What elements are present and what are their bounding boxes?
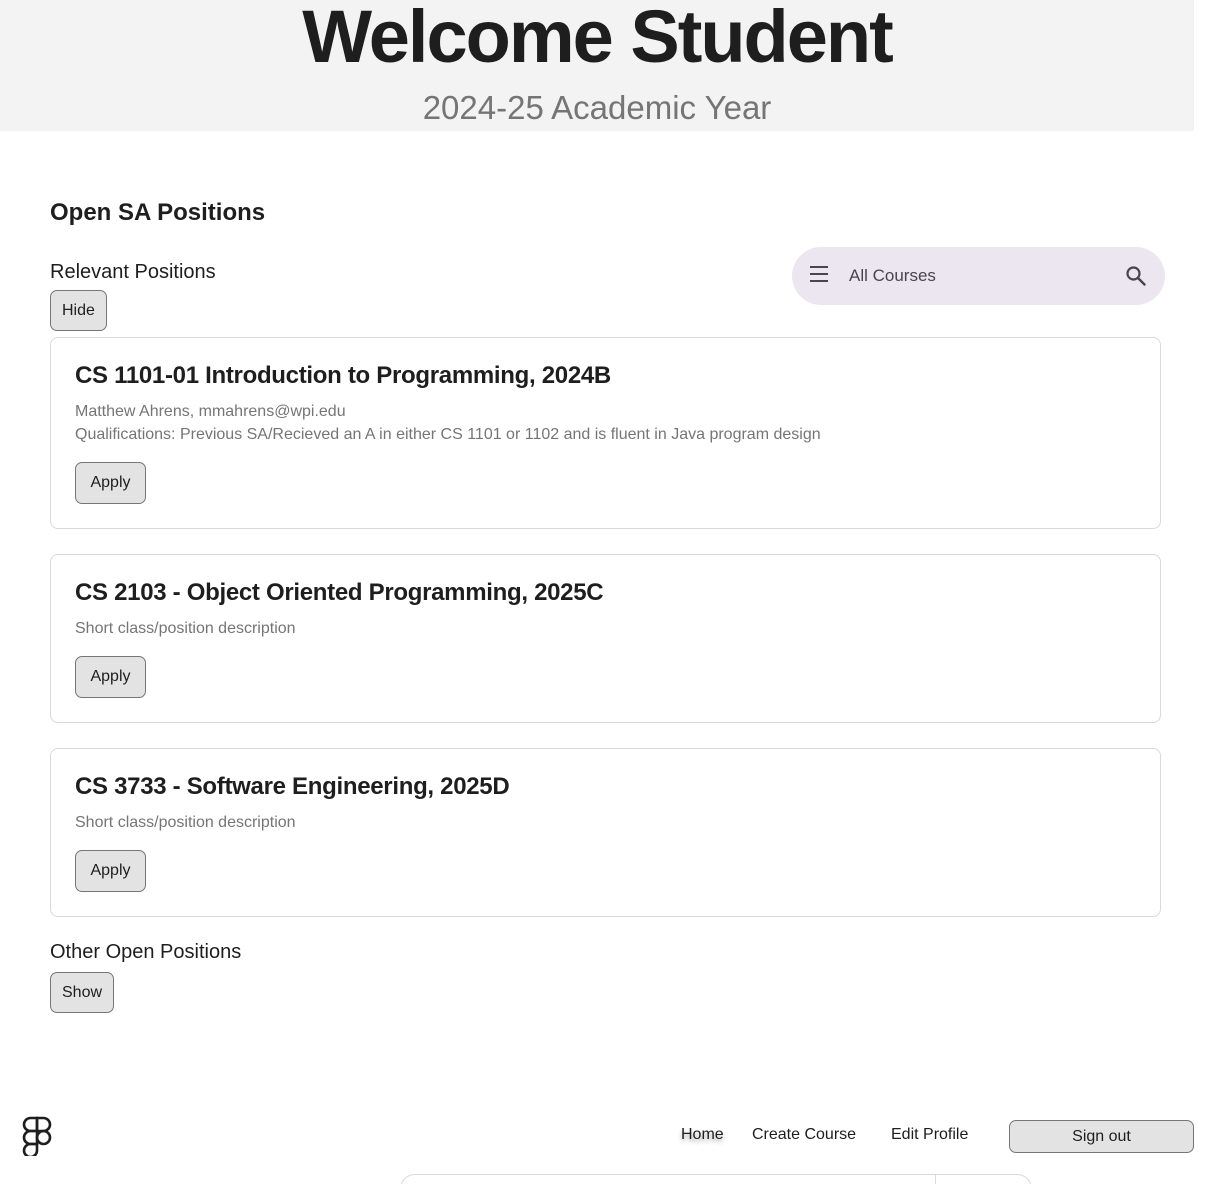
- relevant-positions-label: Relevant Positions: [50, 261, 216, 283]
- position-title: CS 2103 - Object Oriented Programming, 2…: [75, 579, 604, 606]
- position-description: Short class/position description: [75, 620, 296, 637]
- position-qualifications: Qualifications: Previous SA/Recieved an …: [75, 426, 821, 443]
- nav-create-course[interactable]: Create Course: [752, 1126, 856, 1144]
- apply-button[interactable]: Apply: [75, 850, 146, 892]
- position-title: CS 3733 - Software Engineering, 2025D: [75, 773, 510, 800]
- position-card: CS 3733 - Software Engineering, 2025D Sh…: [50, 748, 1161, 917]
- show-button[interactable]: Show: [50, 972, 115, 1013]
- page-title: Welcome Student: [302, 0, 894, 78]
- apply-button[interactable]: Apply: [75, 462, 146, 504]
- section-title: Open SA Positions: [50, 199, 266, 226]
- other-positions-label: Other Open Positions: [50, 941, 242, 963]
- bottom-frame: [400, 1174, 1032, 1184]
- search-input[interactable]: [849, 261, 1099, 291]
- position-description: Short class/position description: [75, 814, 296, 831]
- hide-button[interactable]: Hide: [50, 290, 107, 331]
- hero-header: Welcome Student 2024-25 Academic Year: [0, 0, 1194, 131]
- nav-edit-profile[interactable]: Edit Profile: [891, 1126, 968, 1144]
- course-filter-search: [792, 247, 1165, 305]
- position-instructor: Matthew Ahrens, mmahrens@wpi.edu: [75, 403, 346, 420]
- position-card: CS 1101-01 Introduction to Programming, …: [50, 337, 1161, 529]
- figma-logo-icon: [22, 1116, 52, 1156]
- apply-button[interactable]: Apply: [75, 656, 146, 698]
- frame-divider: [935, 1175, 936, 1184]
- nav-home[interactable]: Home: [681, 1126, 724, 1144]
- menu-icon[interactable]: [810, 266, 832, 284]
- position-card: CS 2103 - Object Oriented Programming, 2…: [50, 554, 1161, 723]
- sign-out-button[interactable]: Sign out: [1009, 1120, 1194, 1153]
- page-subtitle: 2024-25 Academic Year: [422, 89, 772, 126]
- search-icon[interactable]: [1124, 264, 1148, 288]
- position-title: CS 1101-01 Introduction to Programming, …: [75, 362, 611, 389]
